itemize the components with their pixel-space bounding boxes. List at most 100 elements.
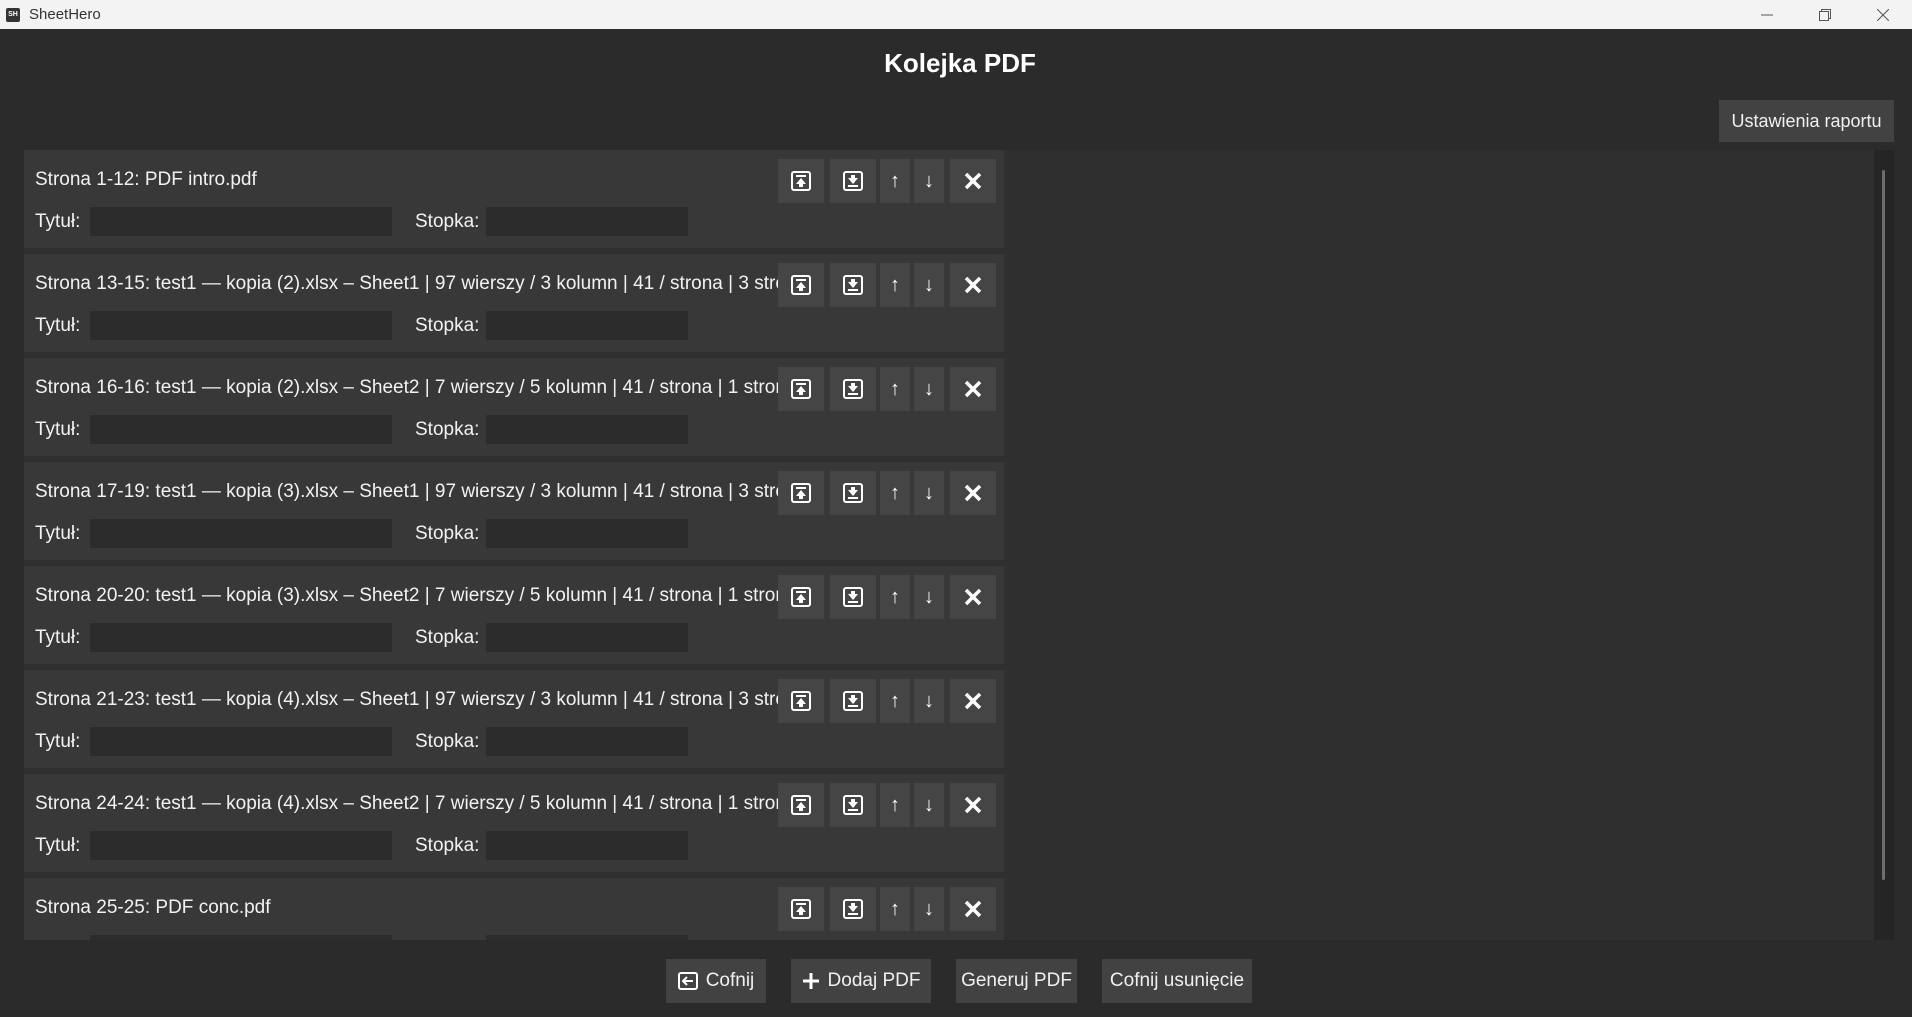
move-to-top-button[interactable] [778,783,824,827]
remove-item-button[interactable] [950,263,996,307]
move-to-bottom-button[interactable] [830,471,876,515]
move-to-top-icon [791,483,811,503]
queue-item-label: Strona 24-24: test1 — kopia (4).xlsx – S… [35,793,786,814]
move-up-button[interactable]: ↑ [880,575,910,619]
footer-field-label: Stopka: [415,939,479,940]
report-settings-button[interactable]: Ustawienia raportu [1719,100,1894,142]
move-to-bottom-button[interactable] [830,159,876,203]
remove-item-button[interactable] [950,471,996,515]
move-to-top-button[interactable] [778,159,824,203]
footer-input[interactable] [486,623,688,652]
queue-item-label: Strona 1-12: PDF intro.pdf [35,169,257,190]
queue-item-label: Strona 25-25: PDF conc.pdf [35,897,271,918]
move-to-top-icon [791,171,811,191]
title-input[interactable] [90,623,392,652]
move-to-top-icon [791,899,811,919]
minimize-icon [1761,14,1773,15]
title-input[interactable] [90,415,392,444]
restore-button[interactable] [1796,0,1854,29]
title-input[interactable] [90,727,392,756]
close-icon [1877,8,1889,21]
remove-icon [964,588,982,606]
back-button-label: Cofnij [705,970,755,991]
move-up-button[interactable]: ↑ [880,783,910,827]
move-to-top-icon [791,795,811,815]
footer-input[interactable] [486,831,688,860]
move-to-top-button[interactable] [778,367,824,411]
move-up-button[interactable]: ↑ [880,263,910,307]
move-to-bottom-button[interactable] [830,263,876,307]
move-to-bottom-icon [843,275,863,295]
remove-item-button[interactable] [950,575,996,619]
title-field-label: Tytuł: [35,419,81,440]
move-down-button[interactable]: ↓ [914,367,944,411]
move-to-top-button[interactable] [778,471,824,515]
title-input[interactable] [90,519,392,548]
move-up-button[interactable]: ↑ [880,887,910,931]
move-to-top-button[interactable] [778,887,824,931]
back-button[interactable]: Cofnij [666,959,766,1003]
move-to-bottom-button[interactable] [830,367,876,411]
queue-item: Strona 20-20: test1 — kopia (3).xlsx – S… [24,566,1004,664]
remove-item-button[interactable] [950,367,996,411]
pdf-queue-list: Strona 1-12: PDF intro.pdf ↑ ↓ Tytuł: Stopka… [24,150,1894,940]
queue-item-label: Strona 20-20: test1 — kopia (3).xlsx – S… [35,585,786,606]
scrollbar-thumb[interactable] [1882,170,1885,880]
footer-input[interactable] [486,311,688,340]
move-down-button[interactable]: ↓ [914,471,944,515]
move-to-top-button[interactable] [778,679,824,723]
move-to-top-button[interactable] [778,575,824,619]
remove-item-button[interactable] [950,679,996,723]
move-down-button[interactable]: ↓ [914,575,944,619]
undo-delete-button[interactable]: Cofnij usunięcie [1102,959,1252,1003]
minimize-button[interactable] [1738,0,1796,29]
remove-item-button[interactable] [950,887,996,931]
title-field-label: Tytuł: [35,627,81,648]
move-to-bottom-icon [843,483,863,503]
plus-icon [802,973,819,989]
move-to-bottom-icon [843,691,863,711]
move-up-button[interactable]: ↑ [880,471,910,515]
queue-scrollbar[interactable] [1874,150,1894,940]
queue-item: Strona 13-15: test1 — kopia (2).xlsx – S… [24,254,1004,352]
add-pdf-button[interactable]: Dodaj PDF [791,959,931,1003]
footer-input[interactable] [486,727,688,756]
queue-item-label: Strona 21-23: test1 — kopia (4).xlsx – S… [35,689,797,710]
title-input[interactable] [90,207,392,236]
footer-input[interactable] [486,415,688,444]
move-to-bottom-icon [843,587,863,607]
move-down-button[interactable]: ↓ [914,159,944,203]
move-down-button[interactable]: ↓ [914,679,944,723]
remove-icon [964,380,982,398]
move-down-button[interactable]: ↓ [914,783,944,827]
remove-item-button[interactable] [950,159,996,203]
title-input[interactable] [90,831,392,860]
footer-input[interactable] [486,935,688,940]
page-title: Kolejka PDF [884,48,1036,78]
move-down-button[interactable]: ↓ [914,887,944,931]
footer-field-label: Stopka: [415,835,480,856]
footer-field-label: Stopka: [415,211,480,232]
footer-field-label: Stopka: [415,315,480,336]
move-to-bottom-button[interactable] [830,575,876,619]
title-field-label: Tytuł: [35,939,80,940]
footer-field-label: Stopka: [415,523,480,544]
title-input[interactable] [90,935,392,940]
title-input[interactable] [90,311,392,340]
move-up-button[interactable]: ↑ [880,367,910,411]
move-to-bottom-button[interactable] [830,783,876,827]
move-down-button[interactable]: ↓ [914,263,944,307]
remove-item-button[interactable] [950,783,996,827]
move-to-top-button[interactable] [778,263,824,307]
generate-pdf-button[interactable]: Generuj PDF [956,959,1077,1003]
move-to-top-icon [791,275,811,295]
add-pdf-label: Dodaj PDF [827,970,921,991]
move-to-bottom-button[interactable] [830,679,876,723]
close-window-button[interactable] [1854,0,1912,29]
footer-input[interactable] [486,207,688,236]
move-up-button[interactable]: ↑ [880,679,910,723]
move-to-bottom-button[interactable] [830,887,876,931]
footer-input[interactable] [486,519,688,548]
move-up-button[interactable]: ↑ [880,159,910,203]
move-to-top-icon [791,379,811,399]
